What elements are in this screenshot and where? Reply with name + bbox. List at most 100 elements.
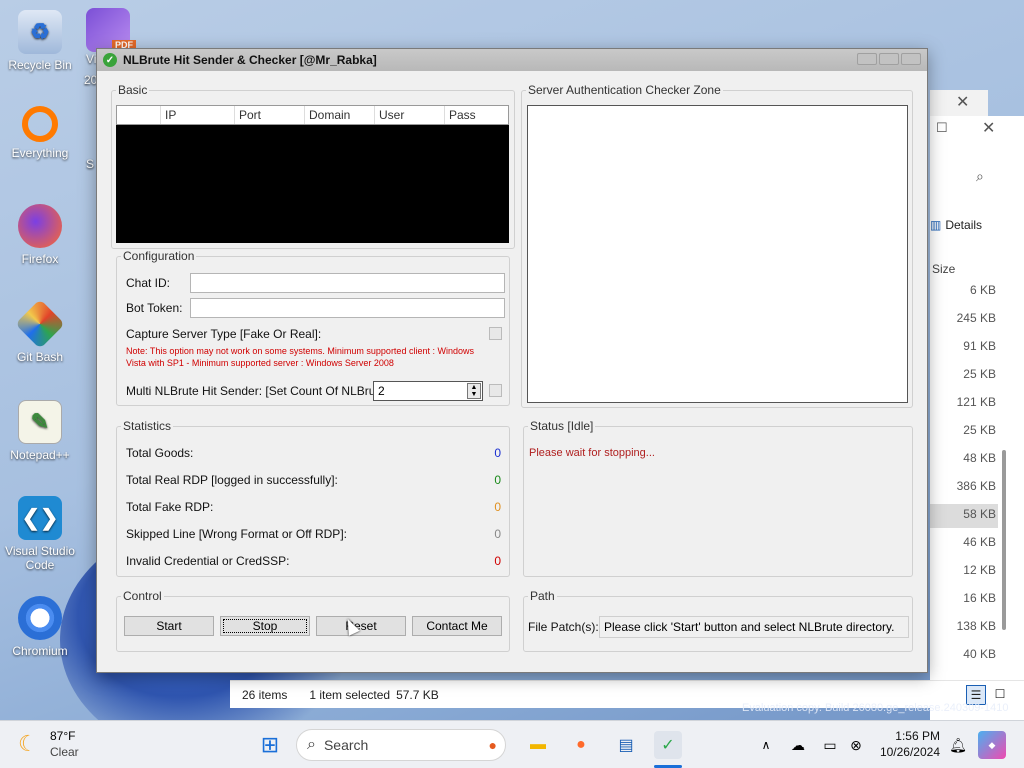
column-header-ip[interactable]: IP — [161, 106, 235, 124]
capture-server-type-checkbox[interactable] — [489, 327, 502, 340]
bot-token-input[interactable] — [190, 298, 505, 318]
scrollbar-thumb[interactable] — [1002, 450, 1006, 630]
status-group-label: Status [Idle] — [528, 419, 596, 433]
file-size-cell: 48 KB — [963, 451, 996, 465]
desktop-icon-label-partial: Vi — [86, 52, 97, 66]
start-button[interactable]: Start — [124, 616, 214, 636]
configuration-group: Configuration Chat ID: Bot Token: Captur… — [116, 249, 510, 406]
statistic-value: 0 — [494, 554, 501, 568]
chat-id-label: Chat ID: — [126, 276, 171, 290]
desktop-icon-label: Notepad++ — [10, 448, 70, 462]
column-header-domain[interactable]: Domain — [305, 106, 375, 124]
desktop-icon-firefox[interactable]: Firefox — [2, 204, 78, 266]
clock-date[interactable]: 10/26/2024 — [870, 745, 940, 759]
window-title: NLBrute Hit Sender & Checker [@Mr_Rabka] — [123, 53, 377, 67]
maximize-button[interactable] — [879, 53, 899, 65]
file-size-cell: 46 KB — [963, 535, 996, 549]
explorer-secondary-titlebar: ✕ — [930, 90, 988, 116]
desktop-icon-label: Everything — [11, 146, 69, 160]
details-view-icon: ▥ — [930, 218, 942, 232]
notification-bell-icon[interactable]: 🔔︎ — [944, 731, 972, 759]
contact-me-button[interactable]: Contact Me — [412, 616, 502, 636]
file-size-cell: 138 KB — [956, 619, 996, 633]
nlbrute-taskbar-icon[interactable]: ✓ — [654, 731, 682, 759]
display-icon[interactable]: ▭ — [816, 731, 844, 759]
desktop-icon-chromium[interactable]: Chromium — [2, 596, 78, 658]
chromium-icon — [18, 596, 62, 640]
size-column-header[interactable]: Size — [932, 262, 955, 276]
server-auth-checker-output[interactable] — [527, 105, 908, 403]
items-count: 26 items — [242, 687, 288, 702]
multi-sender-checkbox[interactable] — [489, 384, 502, 397]
status-group: Status [Idle] Please wait for stopping..… — [523, 419, 913, 577]
statistic-value: 0 — [494, 473, 501, 487]
desktop-icon-vscode[interactable]: ❮❯ Visual Studio Code — [2, 496, 78, 572]
stop-button[interactable]: Stop — [220, 616, 310, 636]
file-size-cell: 12 KB — [963, 563, 996, 577]
desktop-icon-everything[interactable]: Everything — [2, 106, 78, 160]
statistic-label: Skipped Line [Wrong Format or Off RDP]: — [126, 527, 347, 541]
desktop-icon-notepadpp[interactable]: ✎ Notepad++ — [2, 400, 78, 462]
volume-muted-icon[interactable]: ⊗ — [842, 731, 870, 759]
weather-desc[interactable]: Clear — [50, 745, 79, 759]
maximize-icon[interactable]: ☐ — [936, 120, 948, 136]
notepad-taskbar-icon[interactable]: ▤ — [612, 731, 640, 759]
search-placeholder: Search — [323, 737, 369, 753]
taskbar: ☾ 87°F Clear ⊞ ⌕ Search ● ▬ ● ▤ ✓ ∧ ☁ ▭ … — [0, 720, 1024, 768]
close-icon[interactable]: ✕ — [956, 92, 969, 112]
copilot-icon[interactable]: ◆ — [978, 731, 1006, 759]
desktop-icon-label: Chromium — [12, 644, 68, 658]
close-button[interactable] — [901, 53, 921, 65]
git-bash-icon — [15, 299, 65, 349]
column-header-pass[interactable]: Pass — [445, 106, 508, 124]
details-button[interactable]: ▥ Details — [930, 218, 982, 232]
statistic-label: Invalid Credential or CredSSP: — [126, 554, 290, 568]
weather-moon-icon[interactable]: ☾ — [18, 731, 38, 757]
stepper-arrows-icon[interactable]: ▲ ▼ — [467, 383, 481, 399]
recycle-bin-icon: ♻ — [18, 10, 62, 54]
column-header-port[interactable]: Port — [235, 106, 305, 124]
close-icon[interactable]: ✕ — [982, 118, 995, 138]
notepadpp-icon: ✎ — [18, 400, 62, 444]
window-titlebar[interactable]: ✓ NLBrute Hit Sender & Checker [@Mr_Rabk… — [97, 49, 927, 71]
statistics-group: Statistics Total Goods: 0 Total Real RDP [… — [116, 419, 510, 577]
taskbar-search[interactable]: ⌕ Search ● — [296, 729, 506, 761]
file-size-cell: 6 KB — [969, 283, 996, 297]
basic-grid-header: IP Port Domain User Pass — [116, 105, 509, 125]
statistic-label: Total Real RDP [logged in successfully]: — [126, 473, 338, 487]
file-explorer-icon[interactable]: ▬ — [524, 731, 552, 759]
basic-group-label: Basic — [116, 83, 150, 97]
chevron-up-icon[interactable]: ∧ — [752, 731, 780, 759]
weather-temp[interactable]: 87°F — [50, 729, 75, 743]
desktop-icon-recycle-bin[interactable]: ♻ Recycle Bin — [2, 10, 78, 72]
search-icon: ⌕ — [307, 736, 316, 753]
column-header-user[interactable]: User — [375, 106, 445, 124]
search-icon[interactable]: ⌕ — [976, 168, 984, 185]
statistic-label: Total Fake RDP: — [126, 500, 214, 514]
firefox-taskbar-icon[interactable]: ● — [567, 731, 595, 759]
multi-sender-label: Multi NLBrute Hit Sender: [Set Count Of … — [126, 384, 393, 398]
path-group: Path File Patch(s): Please click 'Start'… — [523, 589, 913, 652]
start-icon[interactable]: ⊞ — [256, 731, 284, 759]
basic-grid-body[interactable] — [116, 125, 509, 243]
file-size-cell: 245 KB — [956, 311, 996, 325]
compatibility-note: Note: This option may not work on some s… — [126, 346, 474, 368]
vscode-icon: ❮❯ — [18, 496, 62, 540]
multi-sender-stepper[interactable]: 2 ▲ ▼ — [373, 381, 483, 401]
file-size-cell: 386 KB — [956, 479, 996, 493]
statistics-group-label: Statistics — [121, 419, 174, 433]
app-check-icon: ✓ — [103, 53, 117, 67]
statistic-value: 0 — [494, 527, 501, 541]
minimize-button[interactable] — [857, 53, 877, 65]
file-patch-label: File Patch(s): — [528, 620, 599, 634]
chat-id-input[interactable] — [190, 273, 505, 293]
file-patch-field[interactable]: Please click 'Start' button and select N… — [599, 616, 909, 638]
network-icon[interactable]: ☁ — [784, 731, 812, 759]
control-group-label: Control — [121, 589, 164, 603]
selected-count: 1 item selected — [309, 687, 391, 702]
explorer-window: ☐ ✕ ⌕ ▥ Details Size 6 KB 245 KB 91 KB 25 K… — [930, 116, 1024, 736]
multi-sender-value: 2 — [378, 384, 385, 398]
clock-time[interactable]: 1:56 PM — [870, 729, 940, 743]
desktop-icon-git-bash[interactable]: Git Bash — [2, 299, 78, 364]
reset-button[interactable]: Reset — [316, 616, 406, 636]
